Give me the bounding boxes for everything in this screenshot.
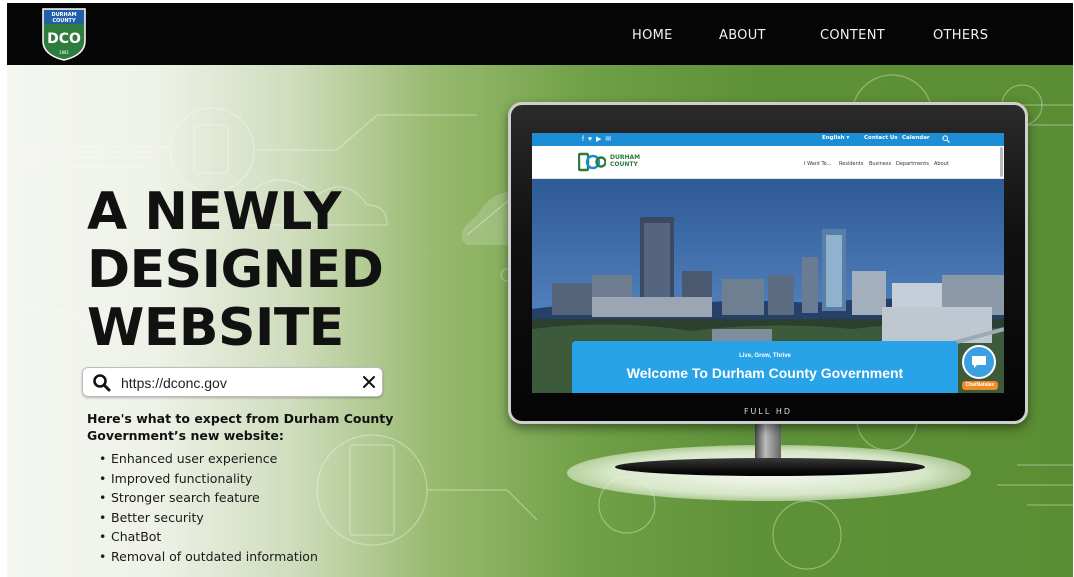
logo-line-2: COUNTY xyxy=(52,18,76,24)
site-header: DURHAM COUNTY I Want To... Residents Bus… xyxy=(532,146,1004,179)
chat-icon xyxy=(972,356,986,368)
site-logo-line-2: COUNTY xyxy=(610,161,638,168)
site-logo-text: DURHAM COUNTY xyxy=(610,154,640,168)
page-frame: DURHAM COUNTY DCO 1881 HOME ABOUT CONTEN… xyxy=(7,3,1073,577)
list-item: Enhanced user experience xyxy=(99,449,318,469)
monitor-stand-base xyxy=(615,458,925,476)
site-card-tagline: Live, Grow, Thrive xyxy=(739,353,791,359)
full-hd-badge: FULL HD xyxy=(743,407,793,416)
chatbot-label[interactable]: ChatNatalee xyxy=(962,381,998,390)
search-icon xyxy=(93,374,111,392)
list-item: Improved functionality xyxy=(99,469,318,489)
logo-year: 1881 xyxy=(59,50,70,55)
hero-section: A NEWLY DESIGNED WEBSITE Here's what to … xyxy=(7,65,1073,577)
site-logo-icon[interactable] xyxy=(578,152,606,172)
site-search-icon[interactable] xyxy=(942,135,950,143)
list-item: Better security xyxy=(99,508,318,528)
url-search-input[interactable] xyxy=(121,372,351,394)
logo-mark: DCO xyxy=(47,31,81,47)
site-logo-line-1: DURHAM xyxy=(610,154,641,161)
durham-county-logo[interactable]: DURHAM COUNTY DCO 1881 xyxy=(41,7,87,61)
site-nav-i-want-to[interactable]: I Want To... xyxy=(804,161,831,167)
feature-list: Enhanced user experience Improved functi… xyxy=(99,449,318,567)
close-icon[interactable] xyxy=(362,375,376,389)
intro-text: Here's what to expect from Durham County… xyxy=(87,411,394,443)
site-language-link[interactable]: English ▾ xyxy=(822,135,849,141)
site-nav-about[interactable]: About xyxy=(934,161,949,167)
headline-line-1: A NEWLY xyxy=(87,182,341,242)
top-navbar: DURHAM COUNTY DCO 1881 HOME ABOUT CONTEN… xyxy=(7,3,1073,65)
headline-line-3: WEBSITE xyxy=(87,298,344,358)
site-calendar-link[interactable]: Calendar xyxy=(902,135,930,141)
tv-monitor: f ♥ ▶ ✉ English ▾ Contact Us Calendar DU… xyxy=(508,102,1028,424)
site-utility-bar: f ♥ ▶ ✉ English ▾ Contact Us Calendar xyxy=(532,133,1004,146)
nav-about[interactable]: ABOUT xyxy=(719,28,766,43)
list-item: Removal of outdated information xyxy=(99,547,318,567)
site-contact-link[interactable]: Contact Us xyxy=(864,135,898,141)
site-nav-business[interactable]: Business xyxy=(869,161,891,167)
site-scrollbar[interactable] xyxy=(1000,147,1003,177)
chatbot-bubble-icon[interactable] xyxy=(962,345,996,379)
site-nav-departments[interactable]: Departments xyxy=(896,161,929,167)
site-welcome-card: Live, Grow, Thrive Welcome To Durham Cou… xyxy=(572,341,958,393)
social-icons[interactable]: f ♥ ▶ ✉ xyxy=(582,135,612,143)
hero-headline: A NEWLY DESIGNED WEBSITE xyxy=(87,182,384,358)
nav-home[interactable]: HOME xyxy=(632,28,673,43)
url-search-box[interactable] xyxy=(82,367,383,397)
nav-content[interactable]: CONTENT xyxy=(820,28,885,43)
site-card-title: Welcome To Durham County Government xyxy=(626,365,904,381)
list-item: ChatBot xyxy=(99,527,318,547)
nav-others[interactable]: OTHERS xyxy=(933,28,988,43)
headline-line-2: DESIGNED xyxy=(87,240,384,300)
monitor-screen: f ♥ ▶ ✉ English ▾ Contact Us Calendar DU… xyxy=(532,133,1004,393)
site-nav-residents[interactable]: Residents xyxy=(839,161,863,167)
list-item: Stronger search feature xyxy=(99,488,318,508)
